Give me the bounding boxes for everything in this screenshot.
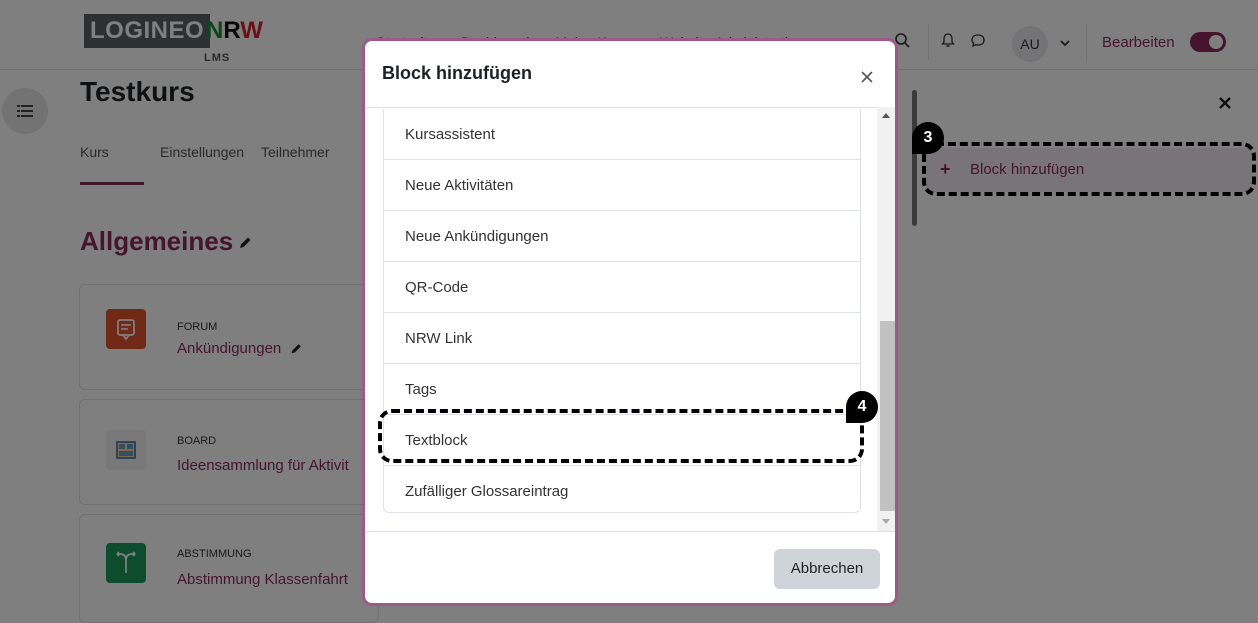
callout-highlight-step4 [378, 409, 864, 463]
step-badge-3: 3 [912, 122, 944, 154]
add-block-modal: Block hinzufügen Kursassistent Neue Akti… [362, 38, 898, 606]
cancel-button[interactable]: Abbrechen [774, 549, 880, 589]
block-option-neue-ankuendigungen[interactable]: Neue Ankündigungen [384, 211, 860, 262]
block-option-tags[interactable]: Tags [384, 364, 860, 415]
modal-scrollbar-thumb[interactable] [880, 321, 895, 511]
scroll-down-arrow-icon[interactable] [882, 519, 890, 524]
step-badge-4: 4 [846, 391, 878, 423]
modal-title: Block hinzufügen [382, 63, 532, 83]
block-option-qr-code[interactable]: QR-Code [384, 262, 860, 313]
modal-header-divider [365, 107, 895, 108]
block-option-nrw-link[interactable]: NRW Link [384, 313, 860, 364]
callout-highlight-step3 [922, 142, 1256, 196]
block-option-neue-aktivitaeten[interactable]: Neue Aktivitäten [384, 160, 860, 211]
block-option-zufaelliger-glossareintrag[interactable]: Zufälliger Glossareintrag [384, 466, 860, 512]
modal-footer-divider [365, 531, 895, 532]
scroll-up-arrow-icon[interactable] [882, 113, 890, 118]
block-option-kursassistent[interactable]: Kursassistent [384, 109, 860, 160]
close-icon[interactable] [859, 69, 875, 85]
